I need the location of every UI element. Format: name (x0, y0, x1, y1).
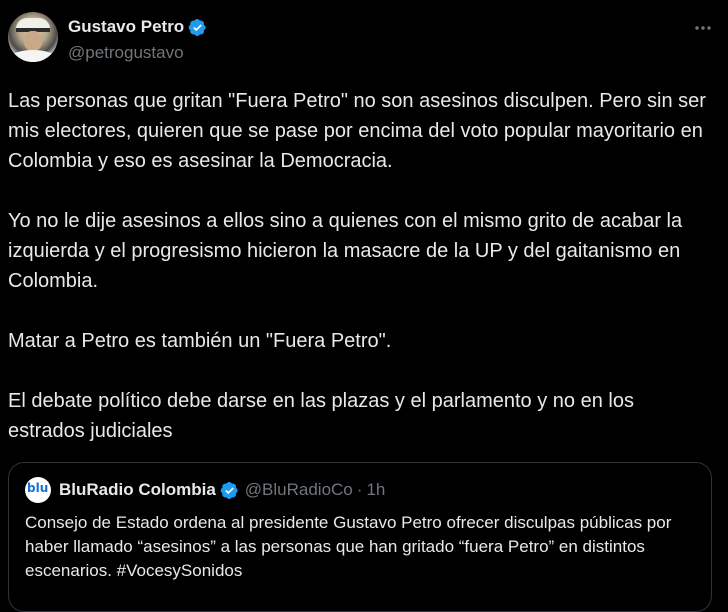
avatar-face (24, 31, 42, 51)
tweet-paragraph-3: Matar a Petro es también un "Fuera Petro… (8, 330, 392, 352)
more-dots-icon (695, 26, 711, 30)
tweet-paragraph-2: Yo no le dije asesinos a ellos sino a qu… (8, 210, 688, 292)
bluradio-logo-text: blu (27, 481, 49, 495)
quoted-separator: · (356, 480, 363, 499)
tweet-body: Las personas que gritan "Fuera Petro" no… (8, 86, 714, 446)
more-horizontal-icon[interactable] (692, 18, 714, 36)
quoted-tweet[interactable]: blu BluRadio Colombia @BluRadioCo · 1h C… (8, 462, 712, 612)
quoted-tweet-text: Consejo de Estado ordena al presidente G… (25, 513, 672, 580)
quoted-display-name[interactable]: BluRadio Colombia (59, 480, 216, 500)
quoted-timestamp[interactable]: 1h (366, 480, 385, 500)
author-handle[interactable]: @petrogustavo (68, 43, 184, 63)
bluradio-logo-icon[interactable]: blu (25, 477, 51, 503)
tweet: Gustavo Petro @petrogustavo Las personas… (0, 0, 728, 612)
quoted-verified-badge-icon (220, 481, 238, 499)
author-display-name[interactable]: Gustavo Petro (68, 17, 184, 37)
avatar-shirt (10, 50, 56, 62)
verified-badge-icon (188, 18, 206, 36)
quoted-tweet-header: blu BluRadio Colombia @BluRadioCo · 1h (25, 477, 385, 503)
author-name-row: Gustavo Petro (68, 16, 207, 38)
avatar[interactable] (8, 12, 58, 62)
tweet-paragraph-1: Las personas que gritan "Fuera Petro" no… (8, 90, 712, 172)
tweet-paragraph-4: El debate político debe darse en las pla… (8, 390, 640, 442)
quoted-handle[interactable]: @BluRadioCo (245, 480, 353, 500)
